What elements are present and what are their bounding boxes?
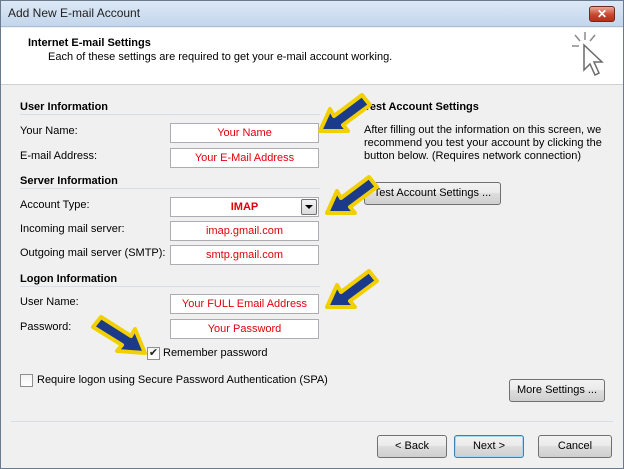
annotation-arrow-icon (91, 315, 147, 355)
user-info-divider (20, 114, 320, 115)
header-title: Internet E-mail Settings (28, 37, 151, 49)
dialog-header: Internet E-mail Settings Each of these s… (1, 28, 623, 85)
outgoing-server-field[interactable]: smtp.gmail.com (170, 245, 319, 265)
header-subtitle: Each of these settings are required to g… (48, 51, 393, 63)
add-account-dialog: Add New E-mail Account ✕ Internet E-mail… (0, 0, 624, 469)
annotation-arrow-icon (325, 175, 379, 215)
outgoing-server-label: Outgoing mail server (SMTP): (20, 247, 166, 259)
remember-password-label: Remember password (163, 347, 268, 359)
account-type-select[interactable]: IMAP (170, 197, 319, 217)
next-button[interactable]: Next > (454, 435, 524, 458)
spa-checkbox[interactable] (20, 374, 33, 387)
title-bar: Add New E-mail Account ✕ (1, 1, 623, 27)
test-settings-description: After filling out the information on thi… (364, 124, 602, 162)
password-field[interactable]: Your Password (170, 319, 319, 339)
window-title: Add New E-mail Account (8, 6, 141, 20)
cancel-button[interactable]: Cancel (538, 435, 612, 458)
user-info-title: User Information (20, 101, 109, 113)
your-name-field[interactable]: Your Name (170, 123, 319, 143)
annotation-arrow-icon (318, 93, 372, 133)
password-label: Password: (20, 321, 72, 333)
incoming-server-field[interactable]: imap.gmail.com (170, 221, 319, 241)
back-button[interactable]: < Back (377, 435, 447, 458)
test-settings-title: Test Account Settings (364, 101, 479, 113)
user-name-label: User Name: (20, 296, 79, 308)
logon-info-divider (20, 286, 320, 287)
server-info-title: Server Information (20, 175, 118, 187)
account-type-value: IMAP (230, 201, 259, 213)
close-button[interactable]: ✕ (589, 6, 615, 22)
chevron-down-icon[interactable] (301, 199, 317, 215)
more-settings-button[interactable]: More Settings ... (509, 379, 605, 402)
email-address-field[interactable]: Your E-Mail Address (170, 148, 319, 168)
test-account-settings-button[interactable]: Test Account Settings ... (364, 182, 501, 205)
email-address-label: E-mail Address: (20, 150, 98, 162)
spa-label: Require logon using Secure Password Auth… (37, 374, 328, 386)
account-type-label: Account Type: (20, 199, 90, 211)
footer-divider (11, 421, 613, 422)
annotation-arrow-icon (325, 269, 379, 309)
server-info-divider (20, 188, 320, 189)
your-name-label: Your Name: (20, 125, 78, 137)
logon-info-title: Logon Information (20, 273, 118, 285)
cursor-sparkle-icon (572, 32, 604, 77)
user-name-field[interactable]: Your FULL Email Address (170, 294, 319, 314)
incoming-server-label: Incoming mail server: (20, 223, 125, 235)
